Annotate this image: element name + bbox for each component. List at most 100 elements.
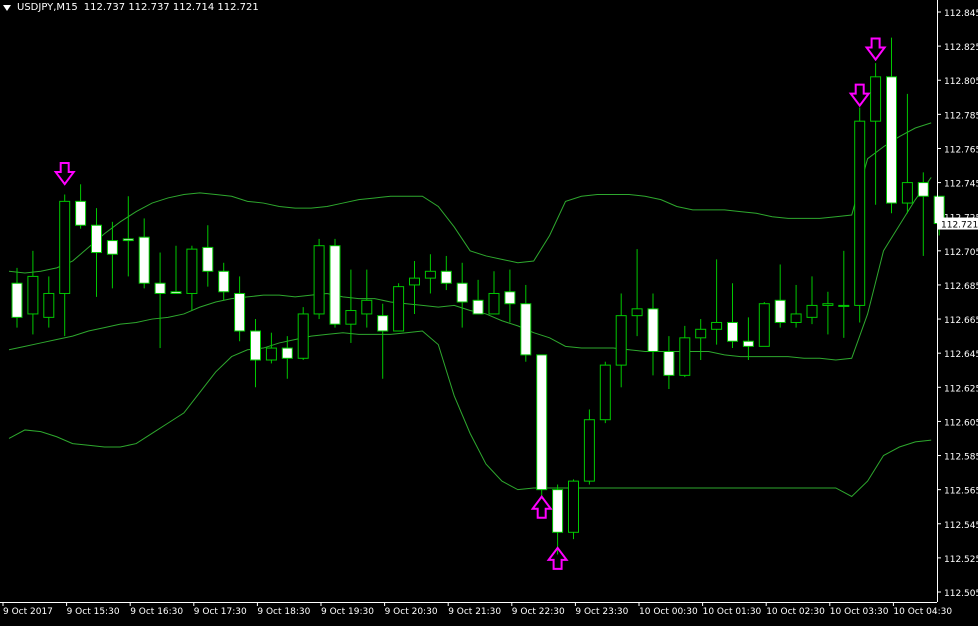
price-tick-label: 112.805: [944, 77, 978, 87]
candle-body-bullish: [59, 200, 71, 294]
candle-body-bullish: [615, 315, 627, 366]
candle-body-bearish: [138, 236, 150, 284]
candle-body-bullish: [631, 308, 643, 317]
candle-body-bullish: [568, 480, 579, 533]
current-price-label: 112.721: [941, 221, 978, 231]
price-tick-label: 112.545: [944, 521, 978, 531]
time-tick-label: 10 Oct 01:30: [703, 607, 762, 617]
candle[interactable]: [313, 238, 325, 320]
price-tick-label: 112.745: [944, 180, 978, 190]
candle-body-bullish: [790, 313, 802, 323]
candle-body-bearish: [250, 330, 261, 361]
price-tick-label: 112.605: [944, 418, 978, 428]
price-tick-label: 112.505: [944, 589, 978, 599]
candle-body-bearish: [663, 350, 675, 376]
price-tick-label: 112.785: [944, 111, 978, 121]
chart-header: USDJPY,M15 112.737 112.737 112.714 112.7…: [3, 2, 259, 13]
candle-body-bearish: [234, 292, 246, 332]
candle[interactable]: [758, 302, 770, 347]
chart-window[interactable]: 112.845 112.825 112.805 112.785 112.765 112.7…: [0, 0, 978, 622]
time-tick-label: 10 Oct 04:30: [893, 607, 952, 617]
candle-body-bullish: [313, 245, 325, 315]
candle-body-bearish: [170, 291, 182, 294]
price-tick-label: 112.525: [944, 555, 978, 565]
time-tick-label: 9 Oct 17:30: [194, 607, 247, 617]
candle-body-bullish: [806, 304, 818, 318]
candle-body-bearish: [377, 315, 389, 332]
time-tick-label: 9 Oct 19:30: [321, 607, 374, 617]
time-tick-label: 9 Oct 21:30: [448, 607, 501, 617]
candle-body-bullish: [27, 275, 39, 315]
candle-body-bullish: [186, 248, 198, 294]
candle-body-bearish: [11, 282, 23, 318]
symbol-menu-icon[interactable]: [3, 4, 11, 11]
candle-body-bullish: [822, 303, 834, 306]
candle-body-bearish: [647, 308, 659, 352]
candle-body-bearish: [504, 291, 516, 305]
candle-body-bullish: [393, 286, 405, 332]
candle-body-bullish: [265, 347, 277, 361]
time-tick-label: 9 Oct 2017: [3, 607, 53, 617]
price-tick-label: 112.765: [944, 145, 978, 155]
candle-body-bullish: [409, 277, 420, 286]
candle-body-bearish: [727, 321, 738, 342]
candle-body-bearish: [202, 246, 214, 272]
time-tick-label: 9 Oct 23:30: [575, 607, 628, 617]
candle-body-bearish: [742, 340, 754, 347]
candle[interactable]: [854, 107, 866, 323]
candle-body-bearish: [218, 270, 230, 293]
candle-body-bearish: [440, 270, 452, 284]
candle-body-bearish: [552, 489, 564, 533]
candle-body-bullish: [758, 303, 770, 347]
time-tick-label: 10 Oct 03:30: [830, 607, 889, 617]
ohlc-readout: 112.737 112.737 112.714 112.721: [83, 2, 259, 13]
candle-body-bullish: [361, 299, 373, 315]
candle-body-bearish: [456, 282, 468, 303]
candle-body-bearish: [886, 76, 897, 204]
candle[interactable]: [297, 307, 309, 360]
candle-body-bullish: [297, 313, 309, 359]
price-tick-label: 112.665: [944, 316, 978, 326]
candle[interactable]: [583, 409, 595, 485]
candle-body-bearish: [917, 182, 929, 197]
price-tick-label: 112.685: [944, 282, 978, 292]
time-tick-label: 9 Oct 22:30: [512, 607, 565, 617]
candle-body-bullish: [583, 419, 595, 482]
time-tick-label: 9 Oct 18:30: [257, 607, 310, 617]
candle-body-bearish: [91, 224, 102, 254]
candle-body-bullish: [711, 321, 723, 330]
candle-body-bullish: [488, 292, 500, 315]
price-tick-label: 112.625: [944, 384, 978, 394]
candle-body-bullish: [679, 337, 691, 376]
candle-body-bearish: [472, 299, 484, 315]
candle-body-bullish: [870, 76, 882, 122]
time-tick-label: 9 Oct 16:30: [130, 607, 183, 617]
candle[interactable]: [329, 238, 341, 328]
candle[interactable]: [599, 361, 611, 424]
candle-body-bearish: [536, 354, 548, 491]
candle-body-bullish: [345, 310, 357, 325]
candle-body-bullish: [854, 120, 866, 306]
time-tick-label: 10 Oct 02:30: [766, 607, 825, 617]
candle[interactable]: [536, 354, 548, 499]
candle-body-bearish: [281, 347, 293, 359]
candle-body-bullish: [901, 182, 913, 204]
candle-body-bearish: [774, 299, 786, 323]
price-tick-label: 112.845: [944, 9, 978, 19]
candle-body-bullish: [424, 270, 436, 279]
price-tick-label: 112.825: [944, 43, 978, 53]
candle-body-bullish: [838, 304, 850, 307]
candle-body-bearish: [106, 240, 118, 255]
price-tick-label: 112.585: [944, 453, 978, 463]
time-tick-label: 9 Oct 20:30: [385, 607, 438, 617]
candle-body-bearish: [75, 200, 87, 226]
candle[interactable]: [393, 283, 405, 332]
candle-body-bearish: [122, 238, 134, 242]
price-tick-label: 112.705: [944, 248, 978, 258]
price-tick-label: 112.645: [944, 350, 978, 360]
candle[interactable]: [568, 479, 579, 540]
candle-body-bullish: [695, 328, 707, 339]
candle-body-bearish: [154, 282, 166, 294]
price-chart[interactable]: 112.845 112.825 112.805 112.785 112.765 112.7…: [0, 0, 978, 622]
candle-body-bullish: [43, 292, 55, 318]
